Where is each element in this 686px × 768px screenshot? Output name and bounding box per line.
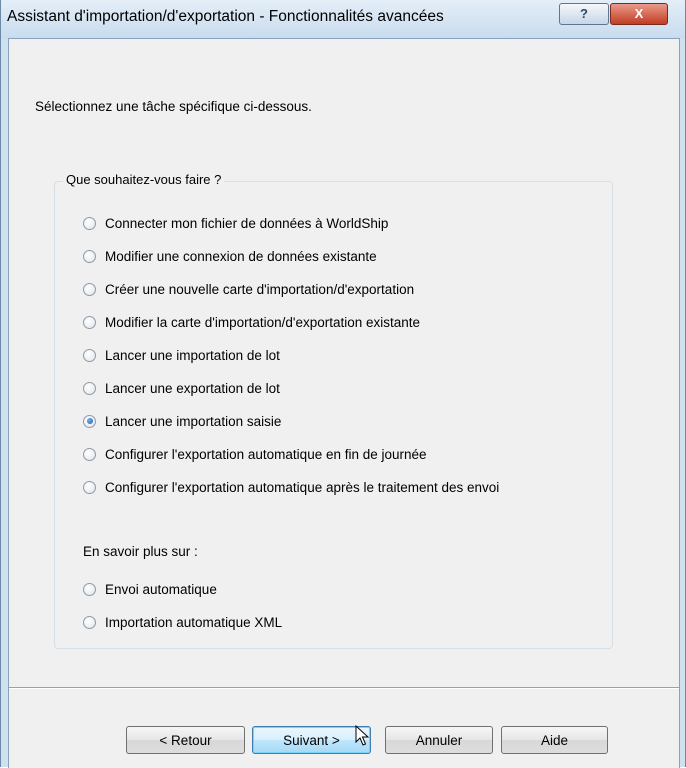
cancel-button[interactable]: Annuler	[385, 726, 493, 754]
radio-button[interactable]	[83, 381, 96, 395]
radio-label: Modifier une connexion de données exista…	[105, 248, 377, 264]
radio-connect-data-file[interactable]: Connecter mon fichier de données à World…	[83, 213, 388, 233]
close-button[interactable]: X	[610, 3, 668, 25]
radio-auto-shipping[interactable]: Envoi automatique	[83, 579, 217, 599]
radio-batch-export[interactable]: Lancer une exportation de lot	[83, 378, 280, 398]
radio-button[interactable]	[83, 249, 96, 263]
next-button[interactable]: Suivant >	[252, 726, 371, 754]
radio-button[interactable]	[83, 216, 96, 230]
radio-label: Envoi automatique	[105, 581, 217, 597]
radio-button[interactable]	[83, 615, 96, 629]
window-title: Assistant d'importation/d'exportation - …	[7, 8, 444, 25]
radio-button[interactable]	[83, 582, 96, 596]
radio-auto-export-eod[interactable]: Configurer l'exportation automatique en …	[83, 444, 427, 464]
back-button[interactable]: < Retour	[126, 726, 245, 754]
dialog-client-area: Sélectionnez une tâche spécifique ci-des…	[8, 38, 680, 768]
radio-modify-connection[interactable]: Modifier une connexion de données exista…	[83, 246, 377, 266]
radio-keyed-import[interactable]: Lancer une importation saisie	[83, 411, 281, 431]
radio-batch-import[interactable]: Lancer une importation de lot	[83, 345, 280, 365]
learn-more-label: En savoir plus sur :	[83, 544, 198, 559]
question-mark-icon: ?	[580, 6, 588, 21]
title-bar[interactable]: Assistant d'importation/d'exportation - …	[1, 0, 685, 38]
wizard-window: Assistant d'importation/d'exportation - …	[0, 0, 686, 768]
radio-label: Lancer une importation saisie	[105, 413, 282, 429]
radio-label: Importation automatique XML	[105, 614, 283, 630]
radio-create-map[interactable]: Créer une nouvelle carte d'importation/d…	[83, 279, 414, 299]
radio-button[interactable]	[83, 315, 96, 329]
radio-button[interactable]	[83, 447, 96, 461]
footer-separator	[9, 687, 679, 689]
instruction-text: Sélectionnez une tâche spécifique ci-des…	[35, 99, 312, 114]
radio-button[interactable]	[83, 480, 96, 494]
radio-label: Créer une nouvelle carte d'importation/d…	[105, 281, 415, 297]
radio-auto-export-processing[interactable]: Configurer l'exportation automatique apr…	[83, 477, 499, 497]
radio-label: Modifier la carte d'importation/d'export…	[105, 314, 421, 330]
radio-button[interactable]	[83, 348, 96, 362]
radio-button[interactable]	[83, 282, 96, 296]
radio-label: Lancer une exportation de lot	[105, 380, 280, 396]
radio-label: Configurer l'exportation automatique en …	[105, 446, 427, 462]
radio-label: Connecter mon fichier de données à World…	[105, 215, 389, 231]
task-groupbox: Que souhaitez-vous faire ? Connecter mon…	[54, 172, 613, 649]
help-title-button[interactable]: ?	[559, 3, 609, 25]
radio-button-selected[interactable]	[83, 414, 96, 428]
radio-label: Lancer une importation de lot	[105, 347, 280, 363]
radio-xml-auto-import[interactable]: Importation automatique XML	[83, 612, 282, 632]
groupbox-label: Que souhaitez-vous faire ?	[63, 172, 225, 187]
radio-modify-map[interactable]: Modifier la carte d'importation/d'export…	[83, 312, 420, 332]
help-button[interactable]: Aide	[501, 726, 608, 754]
radio-label: Configurer l'exportation automatique apr…	[105, 479, 500, 495]
close-icon: X	[634, 6, 644, 21]
mouse-pointer-icon	[355, 725, 369, 746]
